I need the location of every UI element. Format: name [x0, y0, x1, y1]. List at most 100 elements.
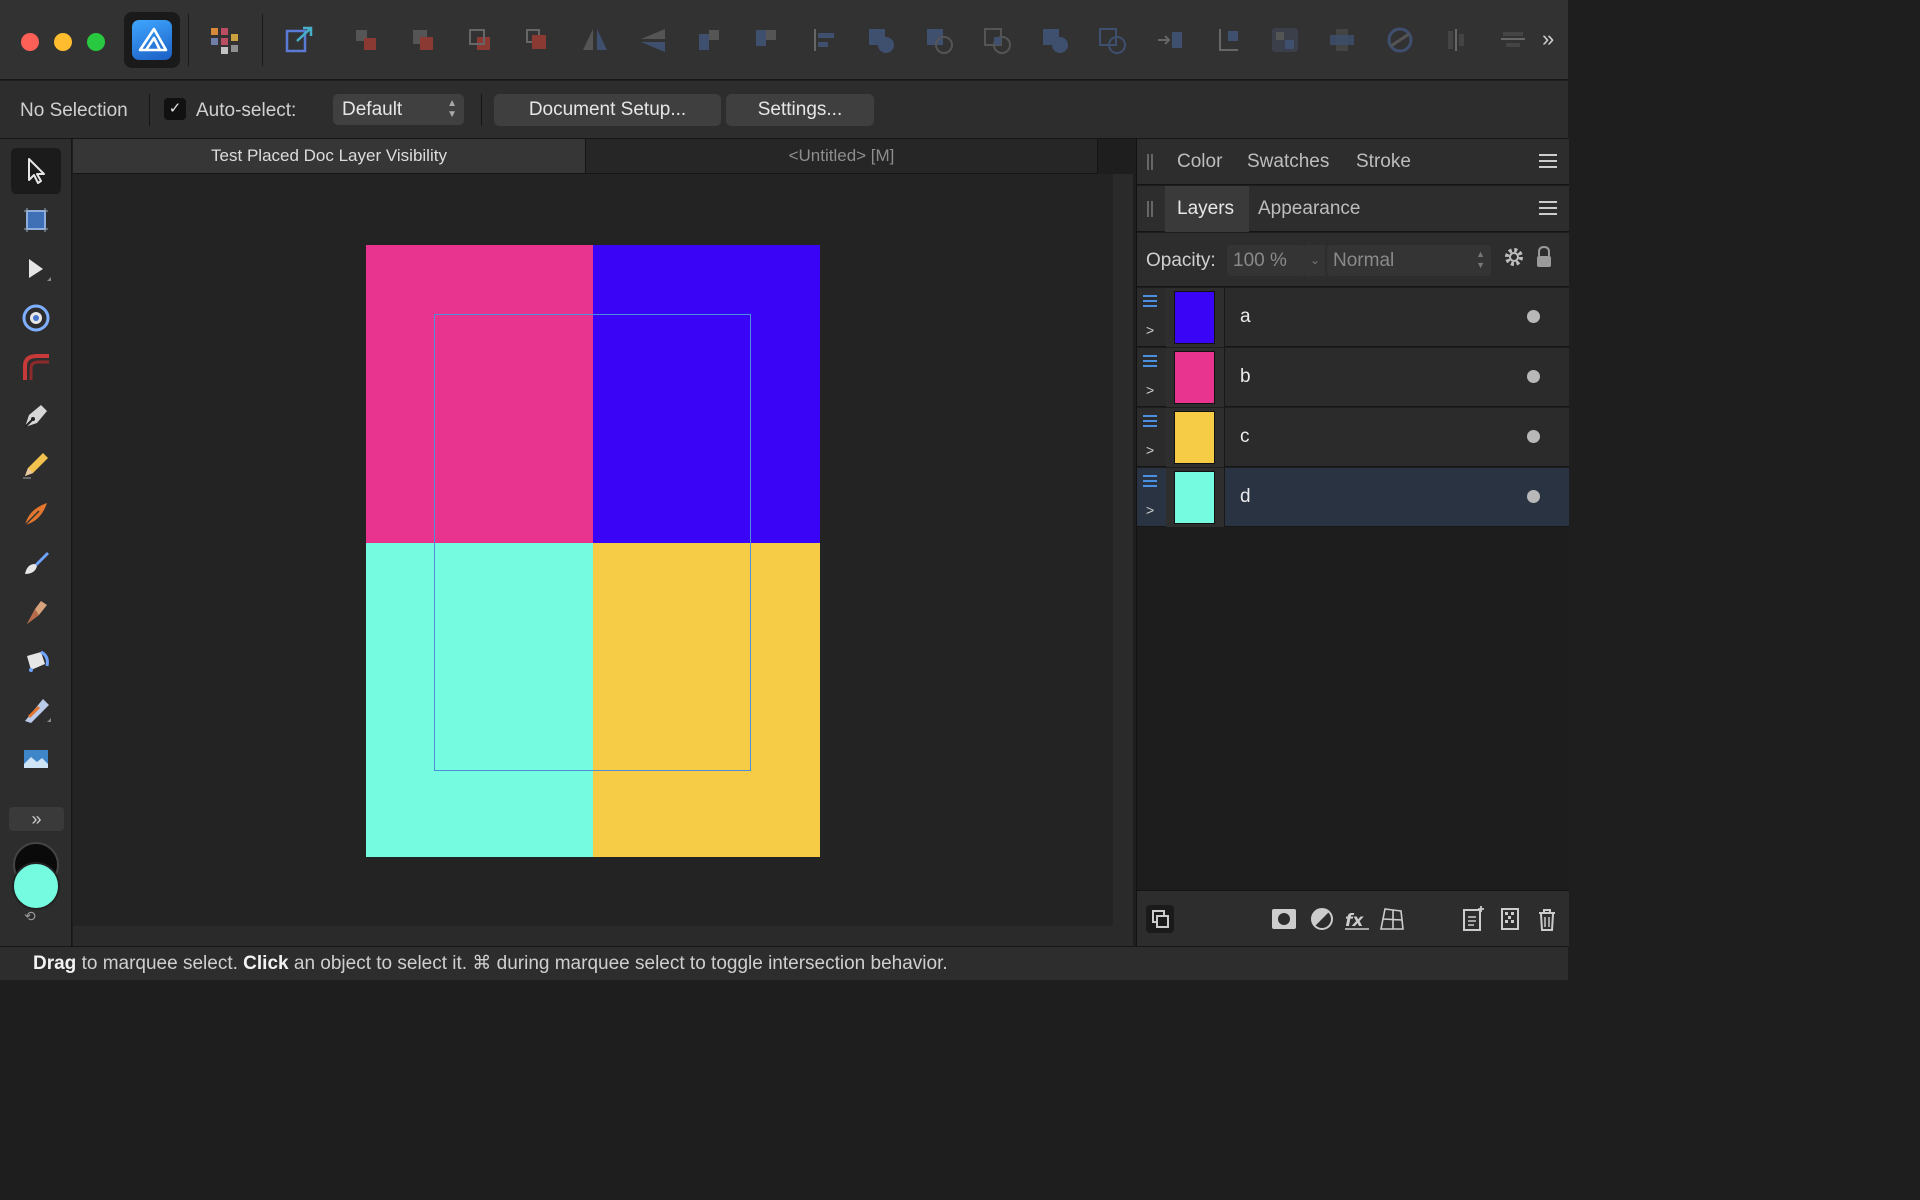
flip-vertical-icon[interactable]: [638, 26, 668, 54]
layer-type-icon: [1143, 355, 1157, 367]
chevron-right-icon[interactable]: >: [1146, 382, 1154, 398]
layer-row-d[interactable]: > d: [1137, 468, 1569, 527]
artboard-tool-icon: [24, 208, 48, 232]
tab-layers-label[interactable]: Layers: [1177, 198, 1234, 220]
visibility-dot[interactable]: [1527, 310, 1540, 323]
blend-mode-dropdown[interactable]: Normal ▲ ▼: [1327, 245, 1491, 276]
place-image-tool[interactable]: [11, 736, 61, 782]
pen-tool[interactable]: [11, 393, 61, 439]
zoom-window-button[interactable]: [87, 33, 105, 51]
layer-row-a[interactable]: > a: [1137, 288, 1569, 347]
corner-tool[interactable]: [11, 295, 61, 341]
view-tools-icon[interactable]: [1441, 26, 1471, 54]
status-bar: Drag to marquee select. Click an object …: [0, 946, 1568, 980]
swap-colors-icon[interactable]: ⟲: [24, 908, 36, 925]
rotate-left-icon[interactable]: [694, 26, 724, 54]
align-icon[interactable]: [810, 26, 840, 54]
paint-brush-tool[interactable]: [11, 540, 61, 586]
snapping-icon[interactable]: [1385, 26, 1415, 54]
add-layer-icon[interactable]: [1459, 905, 1487, 933]
auto-select-dropdown[interactable]: Default ▲ ▼: [333, 94, 464, 125]
layer-row-c[interactable]: > c: [1137, 408, 1569, 467]
mask-icon[interactable]: [1270, 905, 1298, 933]
layer-name: d: [1240, 486, 1251, 507]
auto-select-checkbox[interactable]: ✓: [164, 98, 186, 120]
blend-mode-value: Normal: [1333, 250, 1395, 271]
vector-brush-tool[interactable]: [11, 491, 61, 537]
more-icon[interactable]: »: [1542, 26, 1554, 52]
panel-menu-icon[interactable]: [1539, 201, 1557, 215]
placed-document-frame[interactable]: [434, 314, 751, 771]
visibility-dot[interactable]: [1527, 370, 1540, 383]
chevron-down-icon[interactable]: ⌄: [1305, 245, 1325, 276]
expand-tools-button[interactable]: »: [9, 807, 64, 831]
insert-inside-icon[interactable]: [1270, 26, 1300, 54]
gear-icon[interactable]: [1503, 246, 1525, 268]
affinity-designer-icon[interactable]: [124, 12, 180, 68]
layers-panel-footer: fx: [1137, 890, 1569, 946]
move-forward-icon[interactable]: [466, 26, 496, 54]
panel-grip-icon[interactable]: [1147, 154, 1153, 170]
insert-target-icon[interactable]: [1155, 26, 1185, 54]
persona-switch-icon[interactable]: [209, 26, 239, 54]
chevron-right-icon[interactable]: >: [1146, 442, 1154, 458]
point-transform-tool[interactable]: [11, 344, 61, 390]
group-target-icon[interactable]: [1214, 26, 1244, 54]
mesh-icon[interactable]: [1377, 905, 1405, 933]
fx-icon[interactable]: fx: [1343, 905, 1371, 933]
add-boolean-icon[interactable]: [866, 26, 896, 54]
artboard-tool[interactable]: [11, 197, 61, 243]
layer-options-icon[interactable]: [1146, 905, 1174, 933]
adjustment-icon[interactable]: [1308, 905, 1336, 933]
visibility-dot[interactable]: [1527, 490, 1540, 503]
lock-icon[interactable]: [1535, 245, 1553, 269]
layers-panel-header: Layers Appearance: [1137, 186, 1569, 232]
move-front-icon[interactable]: [523, 26, 553, 54]
move-tool[interactable]: [11, 148, 61, 194]
tab-untitled[interactable]: <Untitled> [M]: [586, 139, 1098, 174]
flip-horizontal-icon[interactable]: [580, 26, 610, 54]
distribute-icon[interactable]: [1498, 26, 1528, 54]
order-icon[interactable]: [1327, 26, 1357, 54]
divide-boolean-icon[interactable]: [1097, 26, 1127, 54]
artboard[interactable]: [366, 245, 820, 857]
tab-color[interactable]: Color: [1177, 151, 1222, 173]
layer-row-b[interactable]: > b: [1137, 348, 1569, 407]
settings-button[interactable]: Settings...: [726, 94, 874, 126]
tab-swatches[interactable]: Swatches: [1247, 151, 1329, 173]
layer-thumbnail: [1174, 471, 1215, 524]
pencil-tool[interactable]: [11, 442, 61, 488]
horizontal-scrollbar[interactable]: [73, 926, 1133, 946]
export-persona-icon[interactable]: [284, 26, 314, 54]
fill-color-swatch[interactable]: [12, 862, 60, 910]
chevron-right-icon[interactable]: >: [1146, 322, 1154, 338]
panel-grip-icon[interactable]: [1147, 201, 1153, 217]
layer-name: b: [1240, 366, 1251, 387]
move-backward-icon[interactable]: [409, 26, 439, 54]
layer-name: a: [1240, 306, 1251, 327]
xor-boolean-icon[interactable]: [1040, 26, 1070, 54]
visibility-dot[interactable]: [1527, 430, 1540, 443]
chevron-right-icon[interactable]: >: [1146, 502, 1154, 518]
panel-menu-icon[interactable]: [1539, 154, 1557, 168]
delete-layer-icon[interactable]: [1533, 905, 1561, 933]
tab-test-placed-doc[interactable]: Test Placed Doc Layer Visibility: [73, 139, 586, 174]
minimize-window-button[interactable]: [54, 33, 72, 51]
tab-stroke[interactable]: Stroke: [1356, 151, 1411, 173]
vertical-scrollbar[interactable]: [1113, 174, 1133, 926]
opacity-field[interactable]: 100 %: [1227, 245, 1305, 276]
canvas[interactable]: [73, 174, 1113, 926]
add-pixel-layer-icon[interactable]: [1496, 905, 1524, 933]
node-tool[interactable]: [11, 246, 61, 292]
move-back-icon[interactable]: [352, 26, 382, 54]
subtract-boolean-icon[interactable]: [924, 26, 954, 54]
transparency-tool[interactable]: [11, 638, 61, 684]
close-window-button[interactable]: [21, 33, 39, 51]
toolbar-separator: [188, 14, 189, 66]
tab-appearance[interactable]: Appearance: [1258, 198, 1360, 220]
document-setup-button[interactable]: Document Setup...: [494, 94, 721, 126]
gradient-tool[interactable]: [11, 687, 61, 733]
fill-tool[interactable]: [11, 589, 61, 635]
intersect-boolean-icon[interactable]: [982, 26, 1012, 54]
rotate-right-icon[interactable]: [751, 26, 781, 54]
